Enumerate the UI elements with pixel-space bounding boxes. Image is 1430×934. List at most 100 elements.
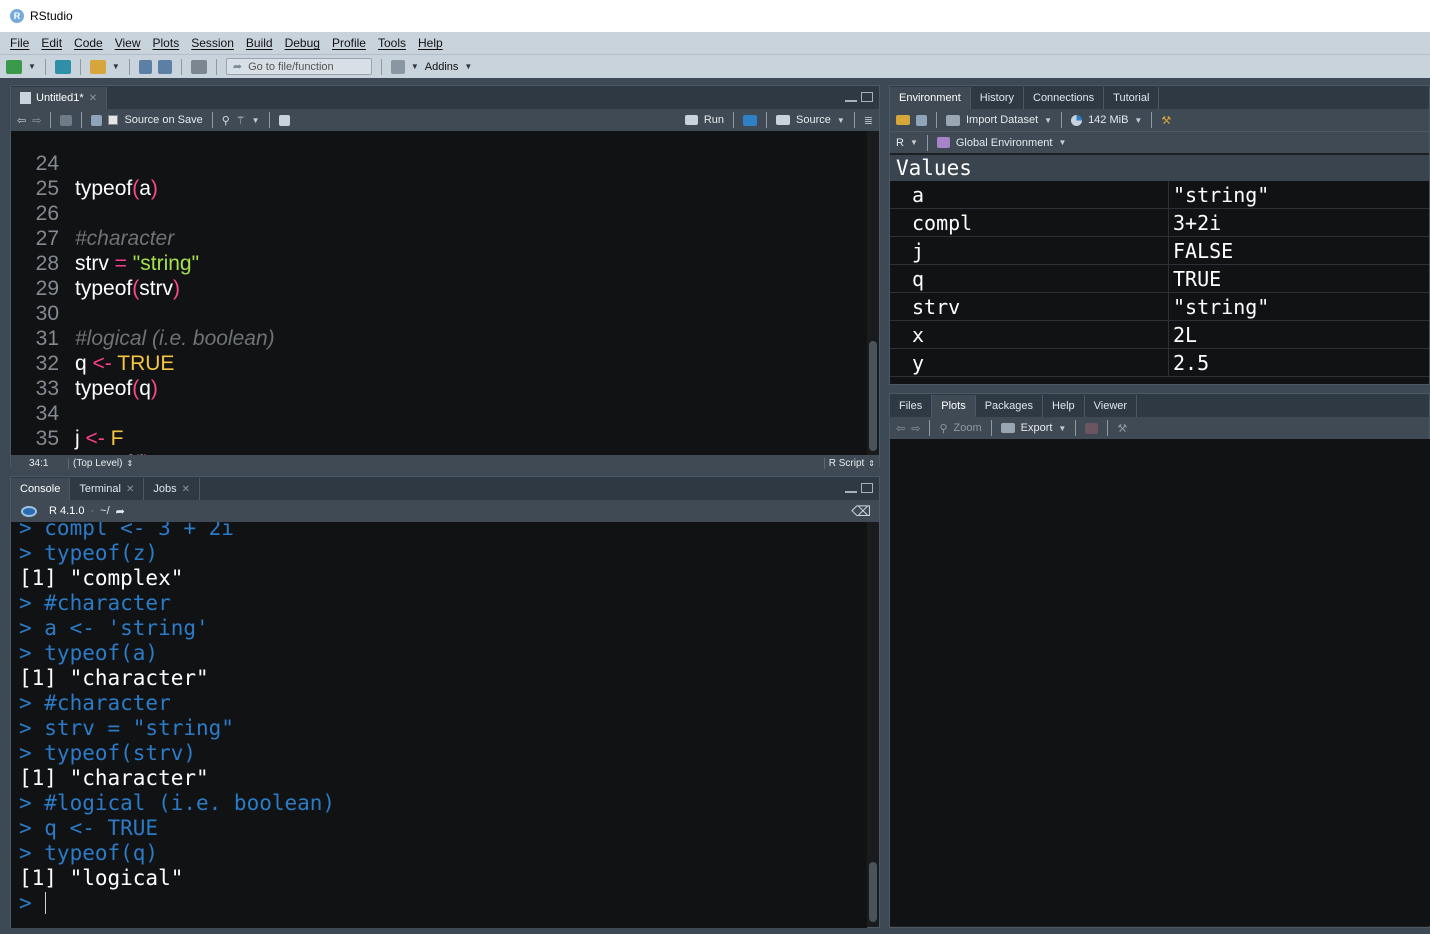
forward-arrow-icon[interactable]: ⇨ <box>32 114 41 127</box>
tab-history[interactable]: History <box>970 87 1024 109</box>
export-icon[interactable] <box>1000 423 1015 433</box>
broom-icon[interactable]: ⚒ <box>1117 422 1127 435</box>
console-scrollbar[interactable] <box>867 522 879 926</box>
table-row[interactable]: strv "string" <box>890 293 1429 321</box>
menu-view[interactable]: View <box>109 36 147 50</box>
close-icon[interactable]: ✕ <box>126 484 134 495</box>
save-icon[interactable] <box>138 59 152 74</box>
chevron-down-icon[interactable]: ▼ <box>910 138 918 147</box>
tab-help[interactable]: Help <box>1043 395 1085 417</box>
open-folder-icon[interactable] <box>89 59 106 74</box>
source-icon[interactable] <box>776 115 790 125</box>
chevron-down-icon[interactable]: ▼ <box>837 116 845 125</box>
run-icon[interactable] <box>684 115 698 125</box>
chevron-down-icon[interactable]: ▼ <box>252 116 260 125</box>
maximize-icon[interactable] <box>861 483 873 493</box>
import-dataset-icon[interactable] <box>946 114 960 126</box>
chevron-down-icon[interactable]: ▼ <box>1044 116 1052 125</box>
close-icon[interactable]: ✕ <box>89 93 97 104</box>
table-row[interactable]: compl 3+2i <box>890 209 1429 237</box>
grid-layout-icon[interactable] <box>390 59 405 74</box>
console-prompt[interactable]: > <box>19 891 44 916</box>
print-icon[interactable] <box>190 59 207 74</box>
tab-plots[interactable]: Plots <box>932 395 976 417</box>
menu-edit[interactable]: Edit <box>35 36 68 50</box>
new-project-icon[interactable] <box>54 59 71 74</box>
chevron-down-icon[interactable]: ▼ <box>411 62 419 71</box>
back-arrow-icon[interactable]: ⇦ <box>17 114 26 127</box>
broom-icon[interactable]: ⚒ <box>1161 114 1171 127</box>
source-on-save-checkbox[interactable] <box>108 115 119 125</box>
go-to-file-input[interactable]: ➦ Go to file/function <box>225 58 372 75</box>
tab-viewer[interactable]: Viewer <box>1084 395 1138 417</box>
menu-help[interactable]: Help <box>412 36 449 50</box>
magic-wand-icon[interactable]: ⚚ <box>236 114 246 127</box>
chevron-down-icon[interactable]: ▼ <box>28 62 36 71</box>
table-row[interactable]: q TRUE <box>890 265 1429 293</box>
tab-environment[interactable]: Environment <box>890 87 971 109</box>
go-to-dir-icon[interactable]: ➦ <box>116 505 125 518</box>
load-workspace-icon[interactable] <box>896 115 910 125</box>
scope-label[interactable]: (Top Level) <box>69 458 122 469</box>
chevron-down-icon[interactable]: ▼ <box>1134 116 1142 125</box>
save-all-icon[interactable] <box>157 59 172 74</box>
tab-console[interactable]: Console <box>11 478 71 500</box>
chevron-down-icon[interactable]: ▼ <box>112 62 120 71</box>
menu-file[interactable]: File <box>4 36 35 50</box>
memory-usage[interactable]: 142 MiB <box>1088 114 1128 126</box>
tab-packages[interactable]: Packages <box>975 395 1044 417</box>
menu-plots[interactable]: Plots <box>147 36 186 50</box>
compile-report-icon[interactable] <box>278 114 290 126</box>
import-dataset-button[interactable]: Import Dataset <box>966 114 1038 126</box>
broom-icon[interactable]: ⌫ <box>851 503 871 520</box>
table-row[interactable]: x 2L <box>890 321 1429 349</box>
environment-scope-selector[interactable]: Global Environment <box>956 137 1053 149</box>
close-icon[interactable]: ✕ <box>182 484 190 495</box>
show-in-window-icon[interactable] <box>60 114 73 126</box>
zoom-icon[interactable]: ⚲ <box>939 422 947 435</box>
chevron-down-icon[interactable]: ▼ <box>1058 138 1066 147</box>
chevron-updown-icon[interactable]: ⇕ <box>868 459 875 468</box>
search-icon[interactable]: ⚲ <box>222 114 230 127</box>
working-directory[interactable]: ~/ <box>100 505 109 517</box>
source-button[interactable]: Source <box>796 114 831 126</box>
forward-arrow-icon[interactable]: ⇨ <box>911 422 920 435</box>
zoom-button[interactable]: Zoom <box>954 422 982 434</box>
run-button[interactable]: Run <box>704 114 724 126</box>
export-button[interactable]: Export <box>1021 422 1053 434</box>
maximize-icon[interactable] <box>861 92 873 102</box>
code-editor[interactable]: 24 typeof(a) 25 26 #character 27 strv = … <box>11 131 867 455</box>
table-row[interactable]: j FALSE <box>890 237 1429 265</box>
menu-tools[interactable]: Tools <box>372 36 412 50</box>
tab-jobs[interactable]: Jobs ✕ <box>144 478 200 500</box>
minimize-icon[interactable] <box>845 98 857 102</box>
new-file-icon[interactable] <box>6 59 22 74</box>
scrollbar-thumb[interactable] <box>869 341 877 451</box>
editor-scrollbar[interactable] <box>867 131 879 455</box>
remove-plot-icon[interactable] <box>1085 422 1099 434</box>
menu-code[interactable]: Code <box>68 36 109 50</box>
tab-tutorial[interactable]: Tutorial <box>1104 87 1160 109</box>
outline-icon[interactable]: ≣ <box>864 114 873 127</box>
menu-profile[interactable]: Profile <box>326 36 372 50</box>
tab-connections[interactable]: Connections <box>1024 87 1105 109</box>
menu-build[interactable]: Build <box>240 36 279 50</box>
tab-untitled1[interactable]: Untitled1* ✕ <box>11 87 108 109</box>
minimize-icon[interactable] <box>845 489 857 493</box>
values-section-header[interactable]: Values <box>890 155 1429 181</box>
console-output[interactable]: > compl <- 3 + 2i > typeof(z) [1] "compl… <box>11 522 867 928</box>
language-selector[interactable]: R <box>896 137 904 149</box>
chevron-updown-icon[interactable]: ⇕ <box>126 459 133 468</box>
scrollbar-thumb[interactable] <box>869 862 877 922</box>
chevron-down-icon[interactable]: ▼ <box>464 62 472 71</box>
menu-debug[interactable]: Debug <box>279 36 326 50</box>
tab-terminal[interactable]: Terminal ✕ <box>70 478 145 500</box>
back-arrow-icon[interactable]: ⇦ <box>896 422 905 435</box>
rerun-icon[interactable] <box>743 114 757 126</box>
menu-session[interactable]: Session <box>185 36 240 50</box>
tab-files[interactable]: Files <box>890 395 933 417</box>
file-type[interactable]: R Script <box>823 457 869 469</box>
table-row[interactable]: a "string" <box>890 181 1429 209</box>
chevron-down-icon[interactable]: ▼ <box>1058 424 1066 433</box>
table-row[interactable]: y 2.5 <box>890 349 1429 377</box>
